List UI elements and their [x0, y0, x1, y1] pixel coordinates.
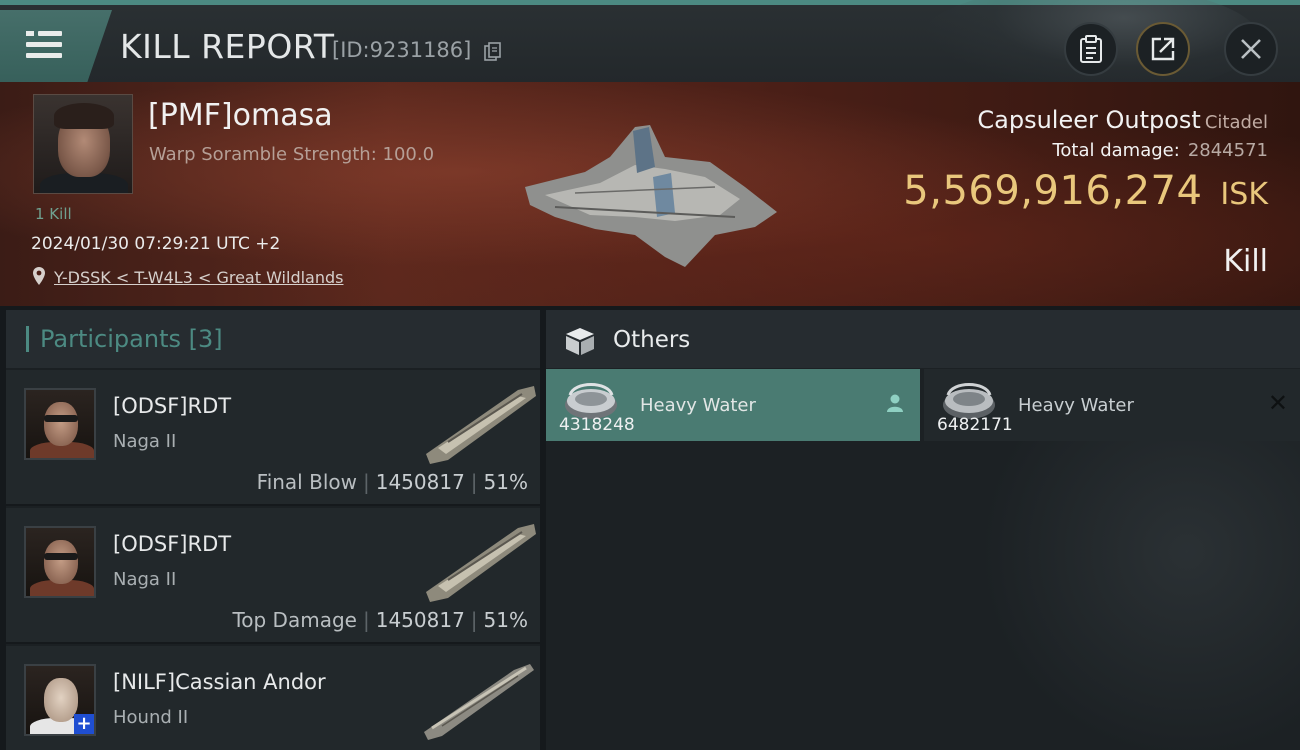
participant-stats: Top Damage | 1450817 | 51%: [232, 608, 528, 632]
isk-unit: ISK: [1220, 177, 1268, 212]
copy-icon[interactable]: [484, 42, 502, 62]
page-title: KILL REPORT: [120, 27, 335, 66]
participant-portrait[interactable]: +: [24, 664, 96, 736]
victim-ship-image: [525, 125, 777, 267]
cargo-item[interactable]: 6482171 Heavy Water ✕: [924, 369, 1300, 441]
participant-name: [ODSF]RDT: [113, 394, 232, 418]
close-button[interactable]: [1224, 22, 1278, 76]
ship-name-text: Capsuleer Outpost: [977, 106, 1201, 134]
plus-icon: +: [74, 714, 94, 734]
location-link[interactable]: Y-DSSK < T-W4L3 < Great Wildlands: [54, 268, 343, 287]
clipboard-icon: [1080, 35, 1102, 63]
others-title: Others: [613, 327, 691, 353]
participant-name: [NILF]Cassian Andor: [113, 670, 326, 694]
others-panel: Others 4318248 Heavy Water 6482171 Heavy…: [546, 310, 1300, 750]
clipboard-button[interactable]: [1064, 22, 1118, 76]
item-name: Heavy Water: [640, 395, 756, 416]
share-icon: [1151, 37, 1175, 61]
destroyed-x-icon: ✕: [1267, 389, 1288, 417]
total-damage-label: Total damage:: [1052, 140, 1180, 161]
participant-percent: 51%: [483, 470, 528, 494]
item-quantity: 6482171: [937, 415, 1013, 435]
participants-title: Participants [3]: [40, 325, 223, 353]
kill-result: Kill: [1223, 244, 1268, 279]
participant-percent: 51%: [483, 608, 528, 632]
location-pin-icon: [33, 267, 45, 285]
menu-button[interactable]: [0, 10, 112, 82]
participant-ship: Naga II: [113, 431, 177, 452]
share-button[interactable]: [1136, 22, 1190, 76]
ship-class-text: Citadel: [1204, 112, 1268, 133]
victim-ship-name[interactable]: Capsuleer Outpost Citadel: [977, 106, 1268, 134]
participant-portrait[interactable]: [24, 388, 96, 460]
participant-damage: 1450817: [375, 608, 465, 632]
total-damage: Total damage: 2844571: [1052, 140, 1268, 161]
isk-amount: 5,569,916,274: [903, 168, 1203, 214]
victim-name[interactable]: [PMF]omasa: [148, 98, 333, 133]
kill-datetime: 2024/01/30 07:29:21 UTC +2: [31, 234, 281, 254]
item-name: Heavy Water: [1018, 395, 1134, 416]
stat-separator: |: [470, 470, 478, 494]
participants-header: Participants [3]: [6, 310, 540, 368]
cube-icon: [566, 328, 594, 355]
participant-tag: Final Blow: [256, 470, 357, 494]
participant-portrait[interactable]: [24, 526, 96, 598]
participant-ship-image: [426, 386, 536, 464]
participant-row[interactable]: [ODSF]RDT Naga II Top Damage | 1450817 | 51%: [6, 508, 540, 644]
participants-header-accent: [26, 326, 29, 352]
kill-count: 1 Kill: [35, 205, 72, 223]
participant-tag: Top Damage: [232, 608, 357, 632]
victim-avatar[interactable]: [33, 94, 133, 194]
item-quantity: 4318248: [559, 415, 635, 435]
participant-damage: 1450817: [375, 470, 465, 494]
total-damage-value: 2844571: [1187, 140, 1268, 161]
participant-ship-image: [426, 524, 536, 602]
victim-subtitle: Warp Soramble Strength: 100.0: [149, 144, 435, 165]
participants-panel: Participants [3] [ODSF]RDT Naga II Final…: [6, 310, 540, 750]
participant-ship: Hound II: [113, 707, 189, 728]
cargo-item[interactable]: 4318248 Heavy Water: [546, 369, 920, 441]
stat-separator: |: [362, 608, 370, 632]
participant-ship-image: [424, 664, 534, 740]
participant-name: [ODSF]RDT: [113, 532, 232, 556]
report-id: [ID:9231186]: [332, 38, 472, 62]
close-icon: [1241, 39, 1261, 59]
stat-separator: |: [362, 470, 370, 494]
participant-ship: Naga II: [113, 569, 177, 590]
participant-stats: Final Blow | 1450817 | 51%: [257, 470, 528, 494]
victim-banner: [PMF]omasa Warp Soramble Strength: 100.0…: [0, 82, 1300, 306]
stat-separator: |: [470, 608, 478, 632]
person-icon: [887, 394, 903, 412]
participant-row[interactable]: [ODSF]RDT Naga II Final Blow | 1450817 | 51%: [6, 370, 540, 506]
participant-row[interactable]: + [NILF]Cassian Andor Hound II: [6, 646, 540, 750]
header-bar: KILL REPORT [ID:9231186]: [0, 0, 1300, 95]
others-header: Others: [546, 310, 1300, 368]
menu-icon: [26, 31, 62, 59]
isk-value: 5,569,916,274 ISK: [903, 168, 1268, 214]
